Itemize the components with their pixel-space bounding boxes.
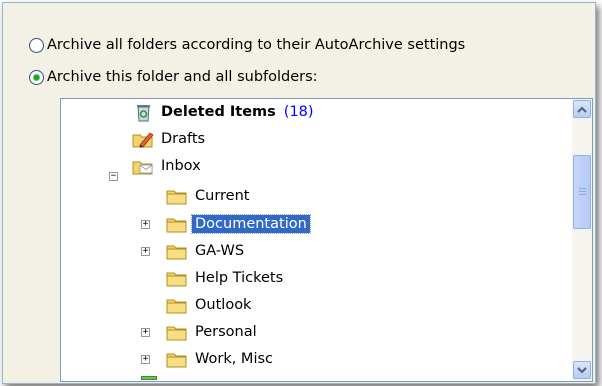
inbox-icon (132, 161, 153, 175)
archive-dialog-panel: Archive all folders according to their A… (2, 2, 596, 384)
tree-node-help-tickets[interactable]: Help Tickets (165, 265, 286, 291)
archive-this-folder-option[interactable]: Archive this folder and all subfolders: (29, 65, 318, 89)
tree-node-label: Personal (195, 324, 257, 340)
tree-node-label: Drafts (161, 131, 206, 147)
drafts-icon (132, 132, 154, 148)
chevron-up-icon (577, 106, 587, 113)
tree-node-label: Documentation (191, 214, 311, 234)
folder-icon (166, 218, 187, 233)
archive-all-radio[interactable] (29, 37, 44, 53)
trash-can-icon (137, 105, 150, 122)
archive-all-label: Archive all folders according to their A… (47, 37, 466, 53)
scroll-thumb[interactable] (573, 155, 591, 229)
folder-icon (166, 245, 187, 260)
tree-node-label: Deleted Items (18) (161, 104, 314, 120)
tree-node-label: Help Tickets (195, 270, 284, 286)
tree-node-outlook[interactable]: Outlook (165, 292, 254, 318)
tree-node-work-misc[interactable]: Work, Misc (165, 346, 276, 372)
folder-icon (166, 299, 187, 314)
tree-node-drafts[interactable]: Drafts (131, 126, 208, 152)
expand-toggle[interactable]: + (141, 328, 150, 337)
tree-node-ga-ws[interactable]: GA-WS (165, 238, 247, 264)
tree-node-label: Inbox (161, 158, 201, 174)
tree-node-deleted-items[interactable]: Deleted Items (18) (131, 99, 317, 125)
tree-node-current[interactable]: Current (165, 183, 252, 209)
archive-all-option[interactable]: Archive all folders according to their A… (29, 33, 465, 57)
chevron-down-icon (577, 366, 587, 373)
archive-this-folder-label: Archive this folder and all subfolders: (47, 69, 318, 85)
archive-this-folder-radio[interactable] (29, 69, 44, 85)
unread-count: (18) (283, 104, 314, 120)
scroll-down-button[interactable] (573, 361, 591, 379)
collapse-toggle[interactable]: − (109, 172, 118, 181)
folder-icon (166, 190, 187, 205)
folder-tree[interactable]: Deleted Items (18) Drafts − Inbox Curren… (60, 98, 593, 382)
tree-node-personal[interactable]: Personal (165, 319, 260, 345)
expand-toggle[interactable]: + (141, 355, 150, 364)
tree-node-documentation[interactable]: Documentation (165, 211, 311, 237)
expand-toggle[interactable]: + (141, 220, 150, 229)
tree-node-inbox[interactable]: Inbox (131, 153, 204, 179)
expand-toggle[interactable]: + (141, 247, 150, 256)
partial-next-item-icon (141, 376, 157, 380)
folder-icon (166, 353, 187, 368)
tree-node-label: Work, Misc (195, 351, 274, 367)
tree-scrollbar[interactable] (572, 99, 592, 381)
tree-node-label: Outlook (195, 297, 252, 313)
tree-node-label: GA-WS (195, 243, 245, 259)
tree-node-label: Current (195, 188, 250, 204)
scroll-up-button[interactable] (573, 100, 591, 118)
folder-icon (166, 272, 187, 287)
folder-icon (166, 326, 187, 341)
